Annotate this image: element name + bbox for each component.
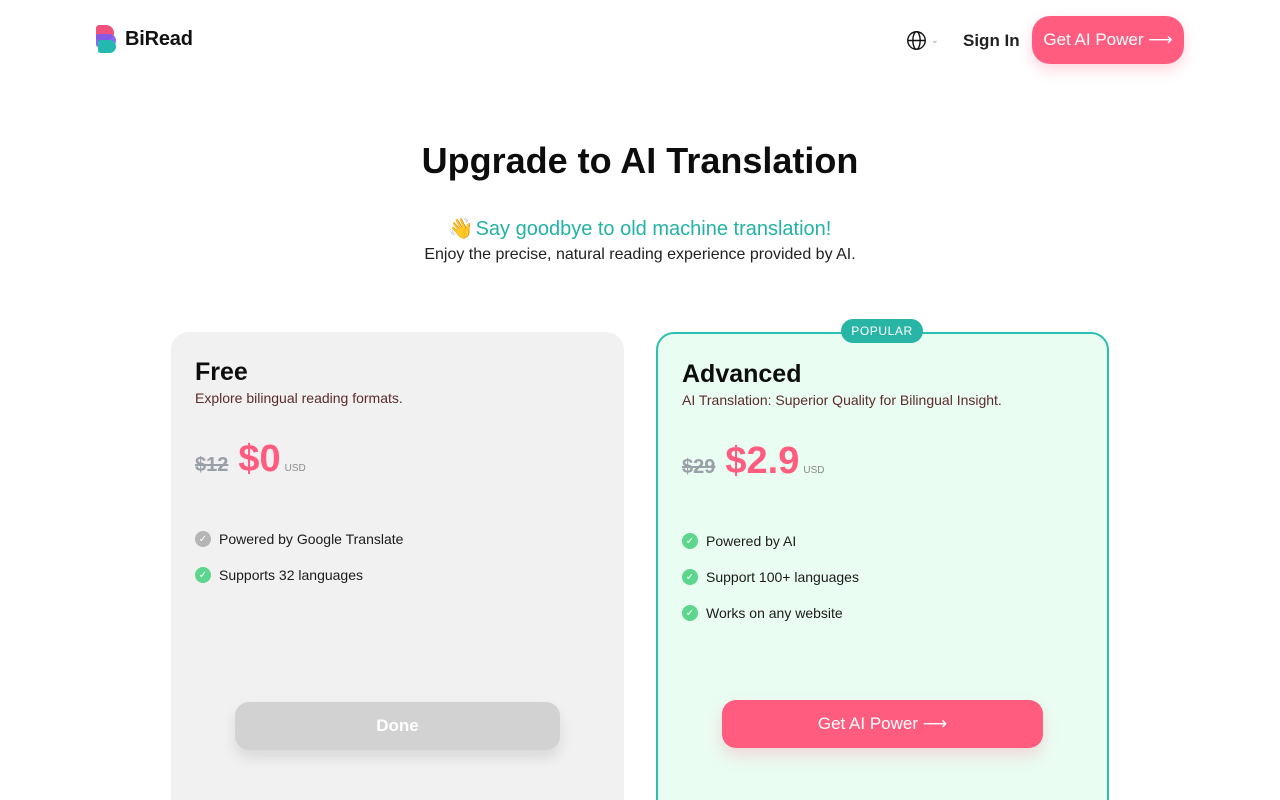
advanced-plan-name: Advanced xyxy=(682,360,802,388)
advanced-feature-text: Powered by AI xyxy=(706,533,797,549)
free-feature-item: ✓ Powered by Google Translate xyxy=(195,531,403,547)
free-feature-item: ✓ Supports 32 languages xyxy=(195,567,363,583)
check-icon: ✓ xyxy=(682,569,698,585)
advanced-old-price: $29 xyxy=(682,456,716,478)
free-feature-text: Supports 32 languages xyxy=(219,567,363,583)
advanced-current-price: $2.9 xyxy=(725,440,800,482)
free-feature-text: Powered by Google Translate xyxy=(219,531,404,547)
free-plan-name: Free xyxy=(195,358,248,386)
free-old-price: $12 xyxy=(195,454,229,476)
brand-logo[interactable]: BiRead xyxy=(95,24,193,54)
advanced-price: $29 $2.9 USD xyxy=(682,440,824,483)
check-icon: ✓ xyxy=(195,567,211,583)
advanced-plan-tagline: AI Translation: Superior Quality for Bil… xyxy=(682,392,1002,408)
globe-icon xyxy=(907,31,926,50)
hero-subtitle: 👋 Say goodbye to old machine translation! xyxy=(0,216,1280,241)
check-icon: ✓ xyxy=(682,533,698,549)
check-icon: ✓ xyxy=(195,531,211,547)
brand-name: BiRead xyxy=(125,27,193,50)
popular-badge: POPULAR xyxy=(841,319,923,343)
check-icon: ✓ xyxy=(682,605,698,621)
free-currency: USD xyxy=(284,463,306,474)
waving-hand-icon: 👋 xyxy=(448,218,474,240)
free-current-price: $0 xyxy=(238,438,281,480)
sign-in-link[interactable]: Sign In xyxy=(963,31,1020,51)
done-button[interactable]: Done xyxy=(235,702,560,750)
hero-subtitle-text: Say goodbye to old machine translation! xyxy=(475,218,832,240)
advanced-currency: USD xyxy=(803,465,825,476)
advanced-feature-item: ✓ Powered by AI xyxy=(682,533,796,549)
language-switcher[interactable]: ⌄ xyxy=(906,30,939,51)
get-ai-power-button[interactable]: Get AI Power ⟶ xyxy=(722,700,1043,748)
advanced-feature-item: ✓ Support 100+ languages xyxy=(682,569,859,585)
advanced-feature-text: Support 100+ languages xyxy=(706,569,859,585)
advanced-feature-text: Works on any website xyxy=(706,605,843,621)
page-title: Upgrade to AI Translation xyxy=(421,140,859,181)
free-plan-tagline: Explore bilingual reading formats. xyxy=(195,390,403,406)
free-price: $12 $0 USD xyxy=(195,438,306,481)
hero-description: Enjoy the precise, natural reading exper… xyxy=(424,246,856,263)
get-ai-power-header-button[interactable]: Get AI Power ⟶ xyxy=(1032,16,1184,64)
logo-icon xyxy=(95,24,119,54)
advanced-feature-item: ✓ Works on any website xyxy=(682,605,843,621)
chevron-down-icon: ⌄ xyxy=(931,35,939,45)
